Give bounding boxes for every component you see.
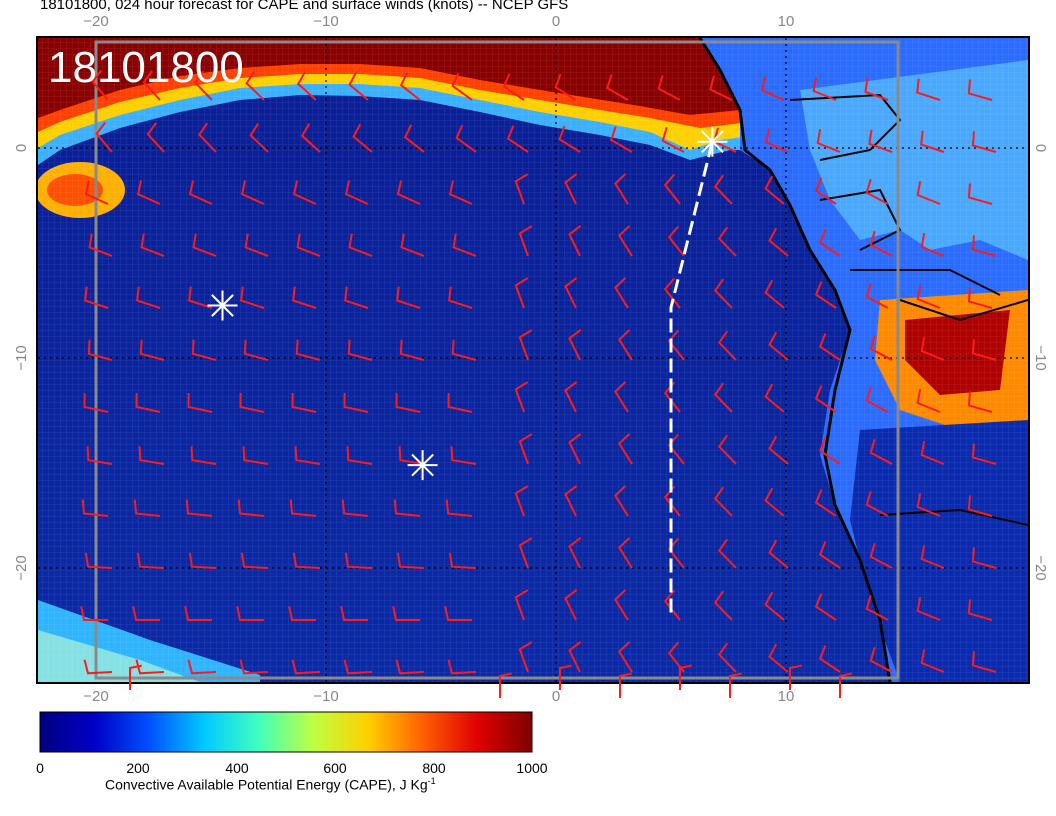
colorbar-legend: 0 200 400 600 800 1000 Convective Availa… — [0, 700, 600, 810]
date-stamp: 18101800 — [48, 43, 244, 92]
colorbar-tick: 600 — [323, 760, 347, 776]
lat-tick: −10 — [13, 345, 30, 370]
map-canvas[interactable]: 18101800 −20 −10 0 10 −20 −10 0 10 0 −10… — [0, 0, 1056, 816]
lon-tick: −20 — [83, 13, 108, 30]
lon-tick: 10 — [778, 688, 795, 705]
colorbar-tick: 800 — [422, 760, 446, 776]
colorbar-tick: 0 — [36, 760, 44, 776]
colorbar-label: Convective Available Potential Energy (C… — [105, 776, 436, 793]
colorbar-label-sup: -1 — [427, 776, 436, 786]
lat-tick: −10 — [1032, 345, 1049, 370]
colorbar-tick: 1000 — [516, 760, 548, 776]
asterisk-marker — [207, 290, 238, 321]
asterisk-marker — [407, 450, 438, 481]
lat-ticks-left: 0 −10 −20 — [13, 144, 30, 581]
fine-grid — [38, 38, 1028, 682]
lat-tick: −20 — [13, 555, 30, 580]
lon-ticks-top: −20 −10 0 10 — [83, 13, 794, 30]
colorbar-label-text: Convective Available Potential Energy (C… — [105, 776, 428, 793]
lat-ticks-right: 0 −10 −20 — [1032, 144, 1049, 581]
lon-tick: 0 — [552, 13, 560, 30]
colorbar-tick: 200 — [126, 760, 150, 776]
lon-tick: −10 — [313, 13, 338, 30]
lon-tick: 10 — [778, 13, 795, 30]
map-body: 18101800 — [38, 38, 1028, 682]
lat-tick: 0 — [1032, 144, 1049, 152]
asterisk-marker — [697, 126, 728, 157]
colorbar-tick: 400 — [225, 760, 249, 776]
lat-tick: −20 — [1032, 555, 1049, 580]
lat-tick: 0 — [13, 144, 30, 152]
